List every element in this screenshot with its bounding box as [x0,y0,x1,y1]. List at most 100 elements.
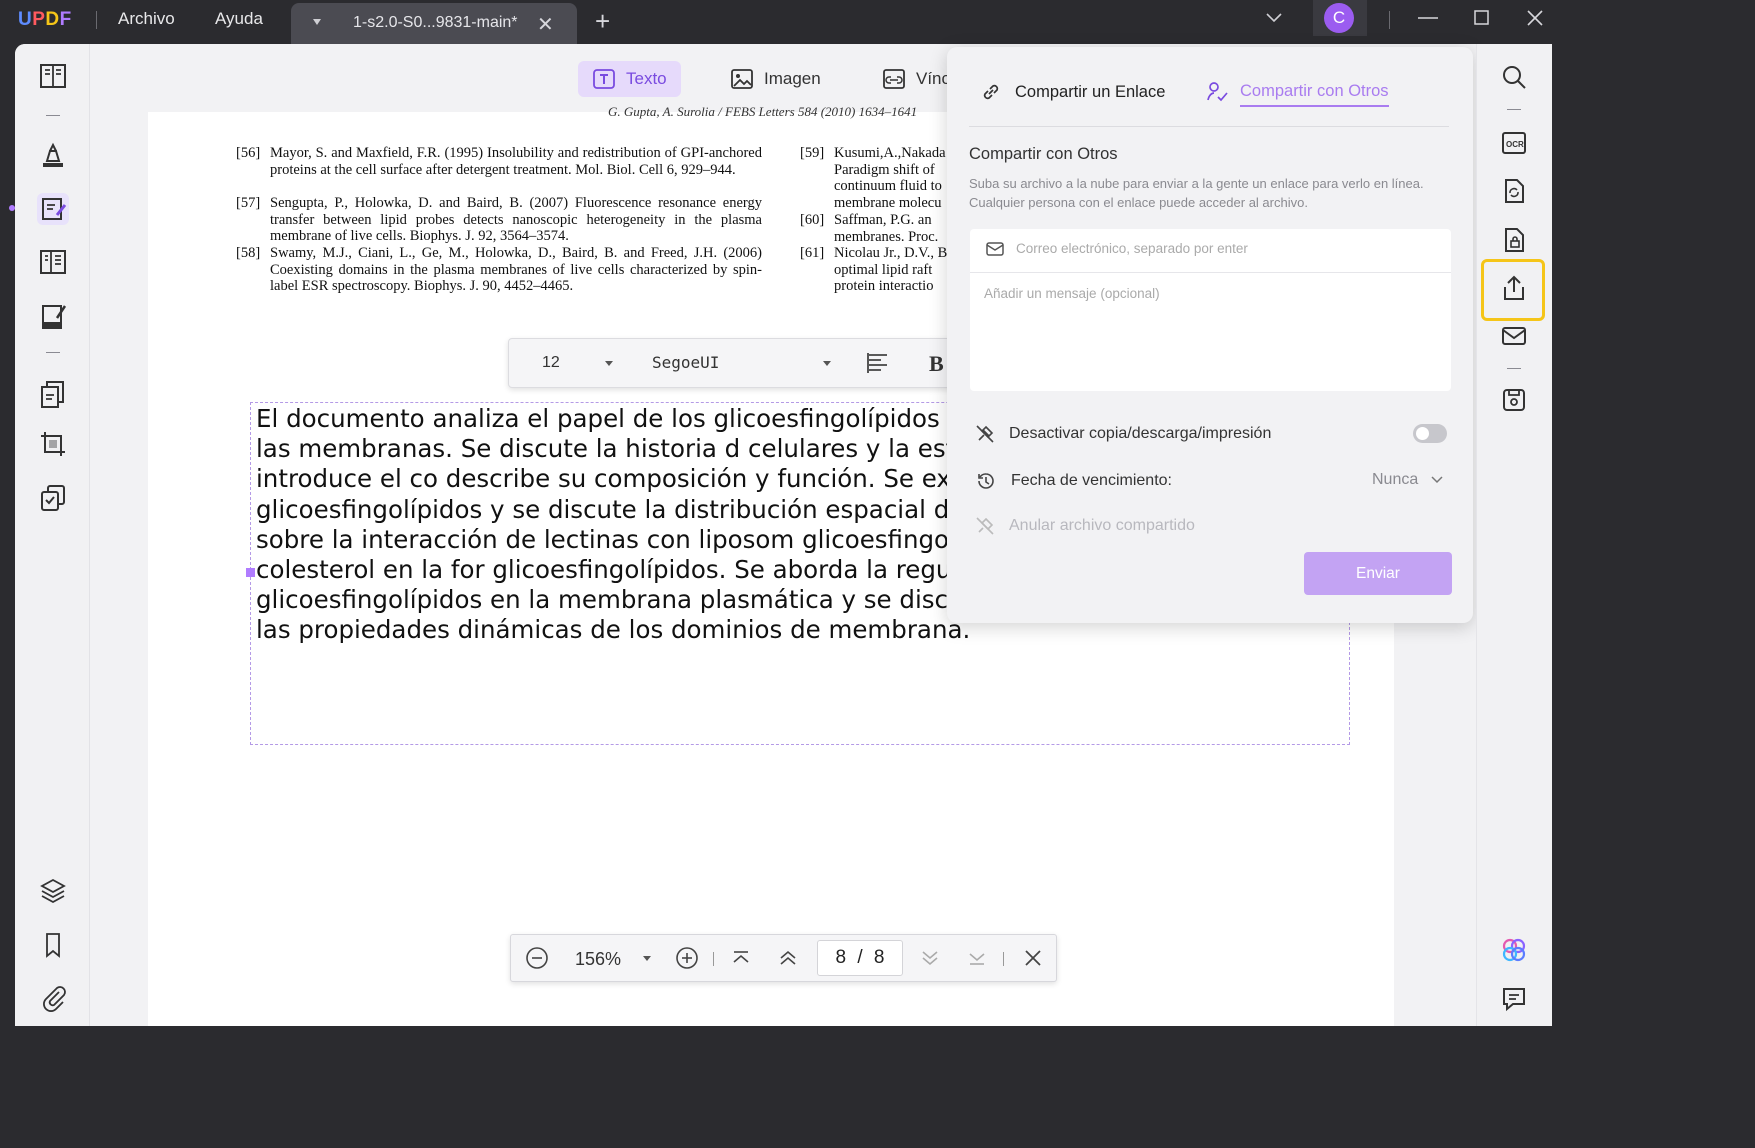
convert-icon[interactable] [37,378,69,410]
tab-compartir-otros-label: Compartir con Otros [1240,81,1389,100]
right-separator [1507,109,1521,110]
page-separator: / [857,947,863,968]
crop-icon[interactable] [37,428,69,460]
app-logo: UPDF [18,9,72,30]
last-page-icon[interactable] [965,946,989,970]
previous-page-icon[interactable] [776,946,800,970]
disable-copy-toggle[interactable] [1413,424,1447,443]
font-family-dropdown-icon[interactable] [823,361,831,366]
reference-number: [61] [800,245,825,261]
next-page-icon[interactable] [918,946,942,970]
resize-handle[interactable] [246,568,255,577]
tab-dropdown-icon[interactable] [313,19,321,25]
ocr-icon[interactable]: OCR [1500,128,1528,156]
email-send-icon[interactable] [1500,322,1528,350]
protect-icon[interactable] [1500,226,1528,254]
tab-compartir-otros[interactable]: Compartir con Otros [1206,80,1389,107]
zoom-in-icon[interactable] [675,946,699,970]
reference-number: [58] [236,245,261,261]
unlink-icon [976,517,994,535]
message-textarea[interactable]: Añadir un mensaje (opcional) [984,286,1160,301]
right-separator-2 [1507,368,1521,369]
zoom-dropdown-icon[interactable] [643,956,651,961]
email-input[interactable]: Correo electrónico, separado por enter [1016,241,1248,256]
menu-ayuda[interactable]: Ayuda [215,9,263,29]
convert-pdf-icon[interactable] [1500,177,1528,205]
bookmark-icon[interactable] [37,929,69,961]
search-icon[interactable] [1500,63,1528,91]
title-separator [96,11,97,29]
send-button[interactable]: Enviar [1304,552,1452,595]
reference-56: [56] Mayor, S. and Maxfield, F.R. (1995)… [236,145,762,195]
document-tab[interactable]: 1-s2.0-S0...9831-main* ✕ [291,3,577,44]
layers-icon[interactable] [37,875,69,907]
mode-texto-button[interactable]: Texto [578,61,681,97]
left-separator-2 [46,352,60,353]
batch-icon[interactable] [37,482,69,514]
page-number-input[interactable]: 8 / 8 [817,940,903,976]
image-icon [731,69,753,89]
tab-compartir-enlace[interactable]: Compartir un Enlace [979,80,1165,104]
bold-button[interactable]: B [929,351,944,377]
revoke-share-label: Anular archivo compartido [1009,517,1195,534]
reference-57: [57] Sengupta, P., Holowka, D. and Baird… [236,195,762,245]
reference-60: [60] Saffman, P.G. an membranes. Proc. [800,212,948,245]
zoom-out-icon[interactable] [525,946,549,970]
text-edit-icon [593,69,615,89]
side-indicator-dot [9,205,15,211]
reader-icon[interactable] [37,60,69,92]
reference-number: [59] [800,145,825,161]
ai-assistant-icon[interactable] [1500,936,1528,964]
zoom-level[interactable]: 156% [575,949,621,970]
reference-text: Saffman, P.G. an membranes. Proc. [834,212,939,245]
font-size-select[interactable]: 12 [542,354,560,372]
comments-icon[interactable] [1500,984,1528,1012]
font-family-select[interactable]: SegoeUI [652,353,719,372]
edit-pdf-tool[interactable] [37,193,69,225]
close-window-icon[interactable] [1527,10,1543,26]
font-size-dropdown-icon[interactable] [605,361,613,366]
expiry-select[interactable]: Nunca [1372,471,1443,489]
chevron-down-icon[interactable] [1265,12,1283,24]
title-separator-2 [1389,11,1390,29]
mode-imagen-label: Imagen [764,69,821,88]
reference-number: [60] [800,212,825,228]
tab-title: 1-s2.0-S0...9831-main* [353,14,518,31]
share-upload-icon[interactable] [1500,274,1528,302]
menu-archivo[interactable]: Archivo [118,9,175,29]
minimize-icon[interactable] [1418,16,1438,20]
tab-underline [1240,105,1389,107]
new-tab-button[interactable]: + [595,8,610,34]
input-divider [970,272,1451,273]
svg-text:OCR: OCR [1506,140,1524,149]
nav-separator-2 [1003,952,1004,966]
mode-texto-label: Texto [626,69,667,88]
history-clock-icon [978,473,994,489]
comment-highlighter-icon[interactable] [37,139,69,171]
share-input-box: Correo electrónico, separado por enter A… [970,229,1451,391]
current-page: 8 [835,947,847,968]
align-left-icon[interactable] [867,353,889,373]
revoke-share-option[interactable]: Anular archivo compartido [975,516,1195,536]
fill-sign-icon[interactable] [37,300,69,332]
title-bar: UPDF Archivo Ayuda 1-s2.0-S0...9831-main… [0,0,1568,44]
organize-pages-icon[interactable] [37,246,69,278]
reference-text: Kusumi,A.,Nakada Paradigm shift of conti… [834,145,946,211]
tab-close-icon[interactable]: ✕ [537,12,554,37]
user-avatar[interactable]: C [1324,3,1354,33]
reference-59: [59] Kusumi,A.,Nakada Paradigm shift of … [800,145,948,211]
mode-imagen-button[interactable]: Imagen [716,61,835,97]
reference-number: [56] [236,145,261,161]
attachment-icon[interactable] [37,982,69,1014]
first-page-icon[interactable] [729,946,753,970]
no-copy-icon [976,425,994,443]
maximize-icon[interactable] [1474,10,1489,25]
close-nav-icon[interactable] [1021,946,1045,970]
reference-text: Swamy, M.J., Ciani, L., Ge, M., Holowka,… [270,245,762,294]
save-icon[interactable] [1500,386,1528,414]
expiry-option: Fecha de vencimiento: [975,470,1172,492]
panel-divider [969,126,1449,127]
edit-pdf-icon [42,198,67,220]
mail-icon [986,242,1004,256]
reference-58: [58] Swamy, M.J., Ciani, L., Ge, M., Hol… [236,245,762,295]
